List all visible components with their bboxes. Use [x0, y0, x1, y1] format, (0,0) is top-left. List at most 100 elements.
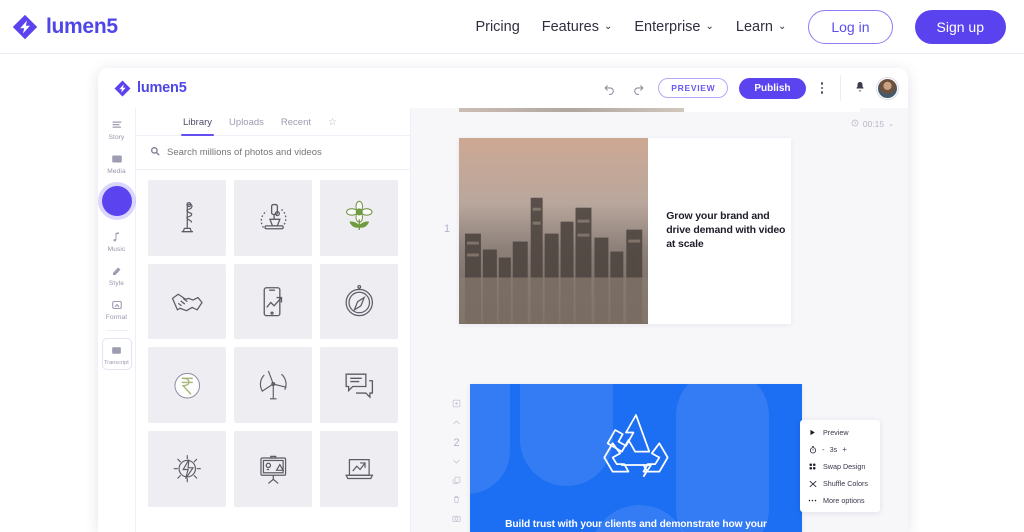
library-thumbnail-grid — [136, 170, 410, 532]
site-logo[interactable]: lumen5 — [12, 14, 118, 40]
publish-button[interactable]: Publish — [739, 77, 806, 99]
thumbnail-flower-plant[interactable] — [320, 180, 398, 256]
rail-item-media[interactable]: Media — [98, 146, 136, 179]
wind-turbine-icon — [259, 370, 287, 399]
rail-item-format[interactable]: Format — [98, 292, 136, 325]
tab-uploads[interactable]: Uploads — [229, 117, 264, 135]
log-in-button[interactable]: Log in — [808, 9, 893, 44]
scene-2-toolbar: 2 — [452, 399, 461, 525]
rail-item-story[interactable]: Story — [98, 112, 136, 145]
tab-library[interactable]: Library — [180, 117, 215, 136]
scene-1-headline: Grow your brand and drive demand with vi… — [666, 210, 786, 250]
editor-left-rail: Story Media Music Style Format Transcrip… — [98, 108, 136, 532]
scene-2-number: 2 — [453, 437, 460, 449]
scene-2-swap-design-option[interactable]: Swap Design — [800, 461, 880, 472]
handshake-icon — [171, 293, 203, 312]
editor-logo[interactable]: lumen5 — [114, 80, 187, 97]
nav-link-learn[interactable]: Learn ⌄ — [736, 19, 786, 35]
media-image-icon — [111, 151, 123, 166]
chevron-down-icon: ⌄ — [604, 20, 613, 32]
scene-1-media-city-skyline[interactable] — [459, 138, 649, 324]
scene-2-more-options[interactable]: More options — [800, 495, 880, 506]
laptop-chart-icon — [344, 459, 374, 480]
duplicate-scene-icon[interactable] — [452, 476, 461, 487]
scene-2-duration-minus[interactable]: - — [822, 445, 825, 454]
user-avatar[interactable] — [877, 77, 898, 99]
thumbnail-presentation-board[interactable] — [234, 431, 312, 507]
notification-bell-icon[interactable] — [854, 81, 866, 96]
move-scene-up-icon[interactable] — [452, 418, 461, 429]
snapshot-icon[interactable] — [452, 514, 461, 525]
rupee-coin-icon — [174, 372, 200, 399]
site-top-navigation: lumen5 Pricing Features ⌄ Enterprise ⌄ L… — [0, 0, 1024, 54]
scene-2-duration-plus[interactable]: + — [842, 445, 847, 454]
thumbnail-laptop-chart[interactable] — [320, 431, 398, 507]
add-scene-icon[interactable] — [452, 399, 461, 410]
rod-of-asclepius-icon — [181, 202, 193, 233]
thumbnail-handshake[interactable] — [148, 263, 226, 340]
star-icon[interactable]: ☆ — [328, 117, 337, 135]
microscope-icon — [260, 204, 287, 230]
scene-2-preview-option[interactable]: Preview — [800, 427, 880, 438]
style-palette-icon — [111, 263, 123, 278]
header-divider — [840, 75, 841, 101]
nav-link-features-label: Features — [541, 18, 599, 35]
scene-2-shuffle-colors-option[interactable]: Shuffle Colors — [800, 478, 880, 489]
lumen5-diamond-icon — [12, 14, 38, 39]
video-duration[interactable]: 00:15 ⌄ — [851, 119, 894, 129]
rail-item-transcript[interactable]: Transcript — [101, 338, 132, 370]
editor-header: lumen5 PREVIEW Publish — [98, 68, 908, 108]
compass-icon — [345, 284, 373, 317]
thumbnail-wind-turbine[interactable] — [234, 347, 312, 424]
kebab-menu-icon[interactable] — [817, 80, 828, 96]
nav-link-enterprise[interactable]: Enterprise ⌄ — [634, 19, 713, 35]
play-icon — [808, 429, 817, 436]
nav-link-features[interactable]: Features ⌄ — [542, 19, 613, 35]
rail-item-format-label: Format — [105, 314, 128, 321]
scene-1-number: 1 — [444, 223, 451, 235]
chevron-down-icon: ⌄ — [888, 121, 894, 128]
media-library-panel: Library Uploads Recent ☆ — [136, 108, 411, 532]
nav-link-pricing[interactable]: Pricing — [475, 19, 519, 35]
delete-scene-icon[interactable] — [452, 495, 461, 506]
scene-above-partial — [459, 108, 860, 112]
rail-item-story-label: Story — [108, 134, 125, 141]
library-search-bar — [136, 136, 410, 170]
rail-item-music[interactable]: Music — [98, 224, 136, 257]
scene-1-text-panel[interactable]: Grow your brand and drive demand with vi… — [648, 138, 791, 324]
story-lines-icon — [111, 117, 123, 132]
search-input[interactable] — [167, 147, 396, 158]
scene-1[interactable]: Grow your brand and drive demand with vi… — [459, 138, 791, 324]
thumbnail-compass[interactable] — [320, 263, 398, 340]
editor-header-actions: PREVIEW Publish — [600, 68, 908, 108]
scene-partial-media — [459, 108, 684, 112]
scene-2[interactable]: Build trust with your clients and demons… — [470, 384, 802, 532]
video-duration-value: 00:15 — [862, 119, 885, 129]
scene-2-headline: Build trust with your clients and demons… — [505, 519, 767, 531]
sign-up-button[interactable]: Sign up — [914, 9, 1006, 44]
scene-2-duration-stepper: - 3s + — [800, 444, 880, 455]
transcript-icon — [111, 343, 122, 358]
scene-2-shuffle-colors-label: Shuffle Colors — [823, 479, 869, 488]
search-icon — [150, 146, 160, 159]
scene-partial-text-panel — [683, 108, 860, 112]
rail-item-music-label: Music — [107, 246, 126, 253]
visuals-active-indicator[interactable] — [101, 186, 132, 216]
rail-item-transcript-label: Transcript — [104, 360, 129, 366]
nav-link-learn-label: Learn — [735, 18, 773, 35]
preview-button[interactable]: PREVIEW — [658, 78, 729, 98]
rail-item-style[interactable]: Style — [98, 258, 136, 291]
thumbnail-rupee-coin[interactable] — [148, 347, 226, 424]
chat-bubbles-icon — [345, 373, 373, 399]
move-scene-down-icon[interactable] — [452, 457, 461, 468]
redo-icon[interactable] — [629, 79, 647, 97]
thumbnail-microscope[interactable] — [234, 180, 312, 256]
rail-item-style-label: Style — [108, 280, 125, 287]
library-tabs: Library Uploads Recent ☆ — [136, 108, 410, 136]
undo-icon[interactable] — [600, 79, 618, 97]
thumbnail-mobile-growth-chart[interactable] — [234, 263, 312, 340]
thumbnail-chat-bubbles[interactable] — [320, 347, 398, 424]
thumbnail-energy-bolt-sun[interactable] — [148, 431, 226, 507]
thumbnail-rod-of-asclepius[interactable] — [148, 180, 226, 256]
tab-recent[interactable]: Recent — [281, 117, 311, 135]
